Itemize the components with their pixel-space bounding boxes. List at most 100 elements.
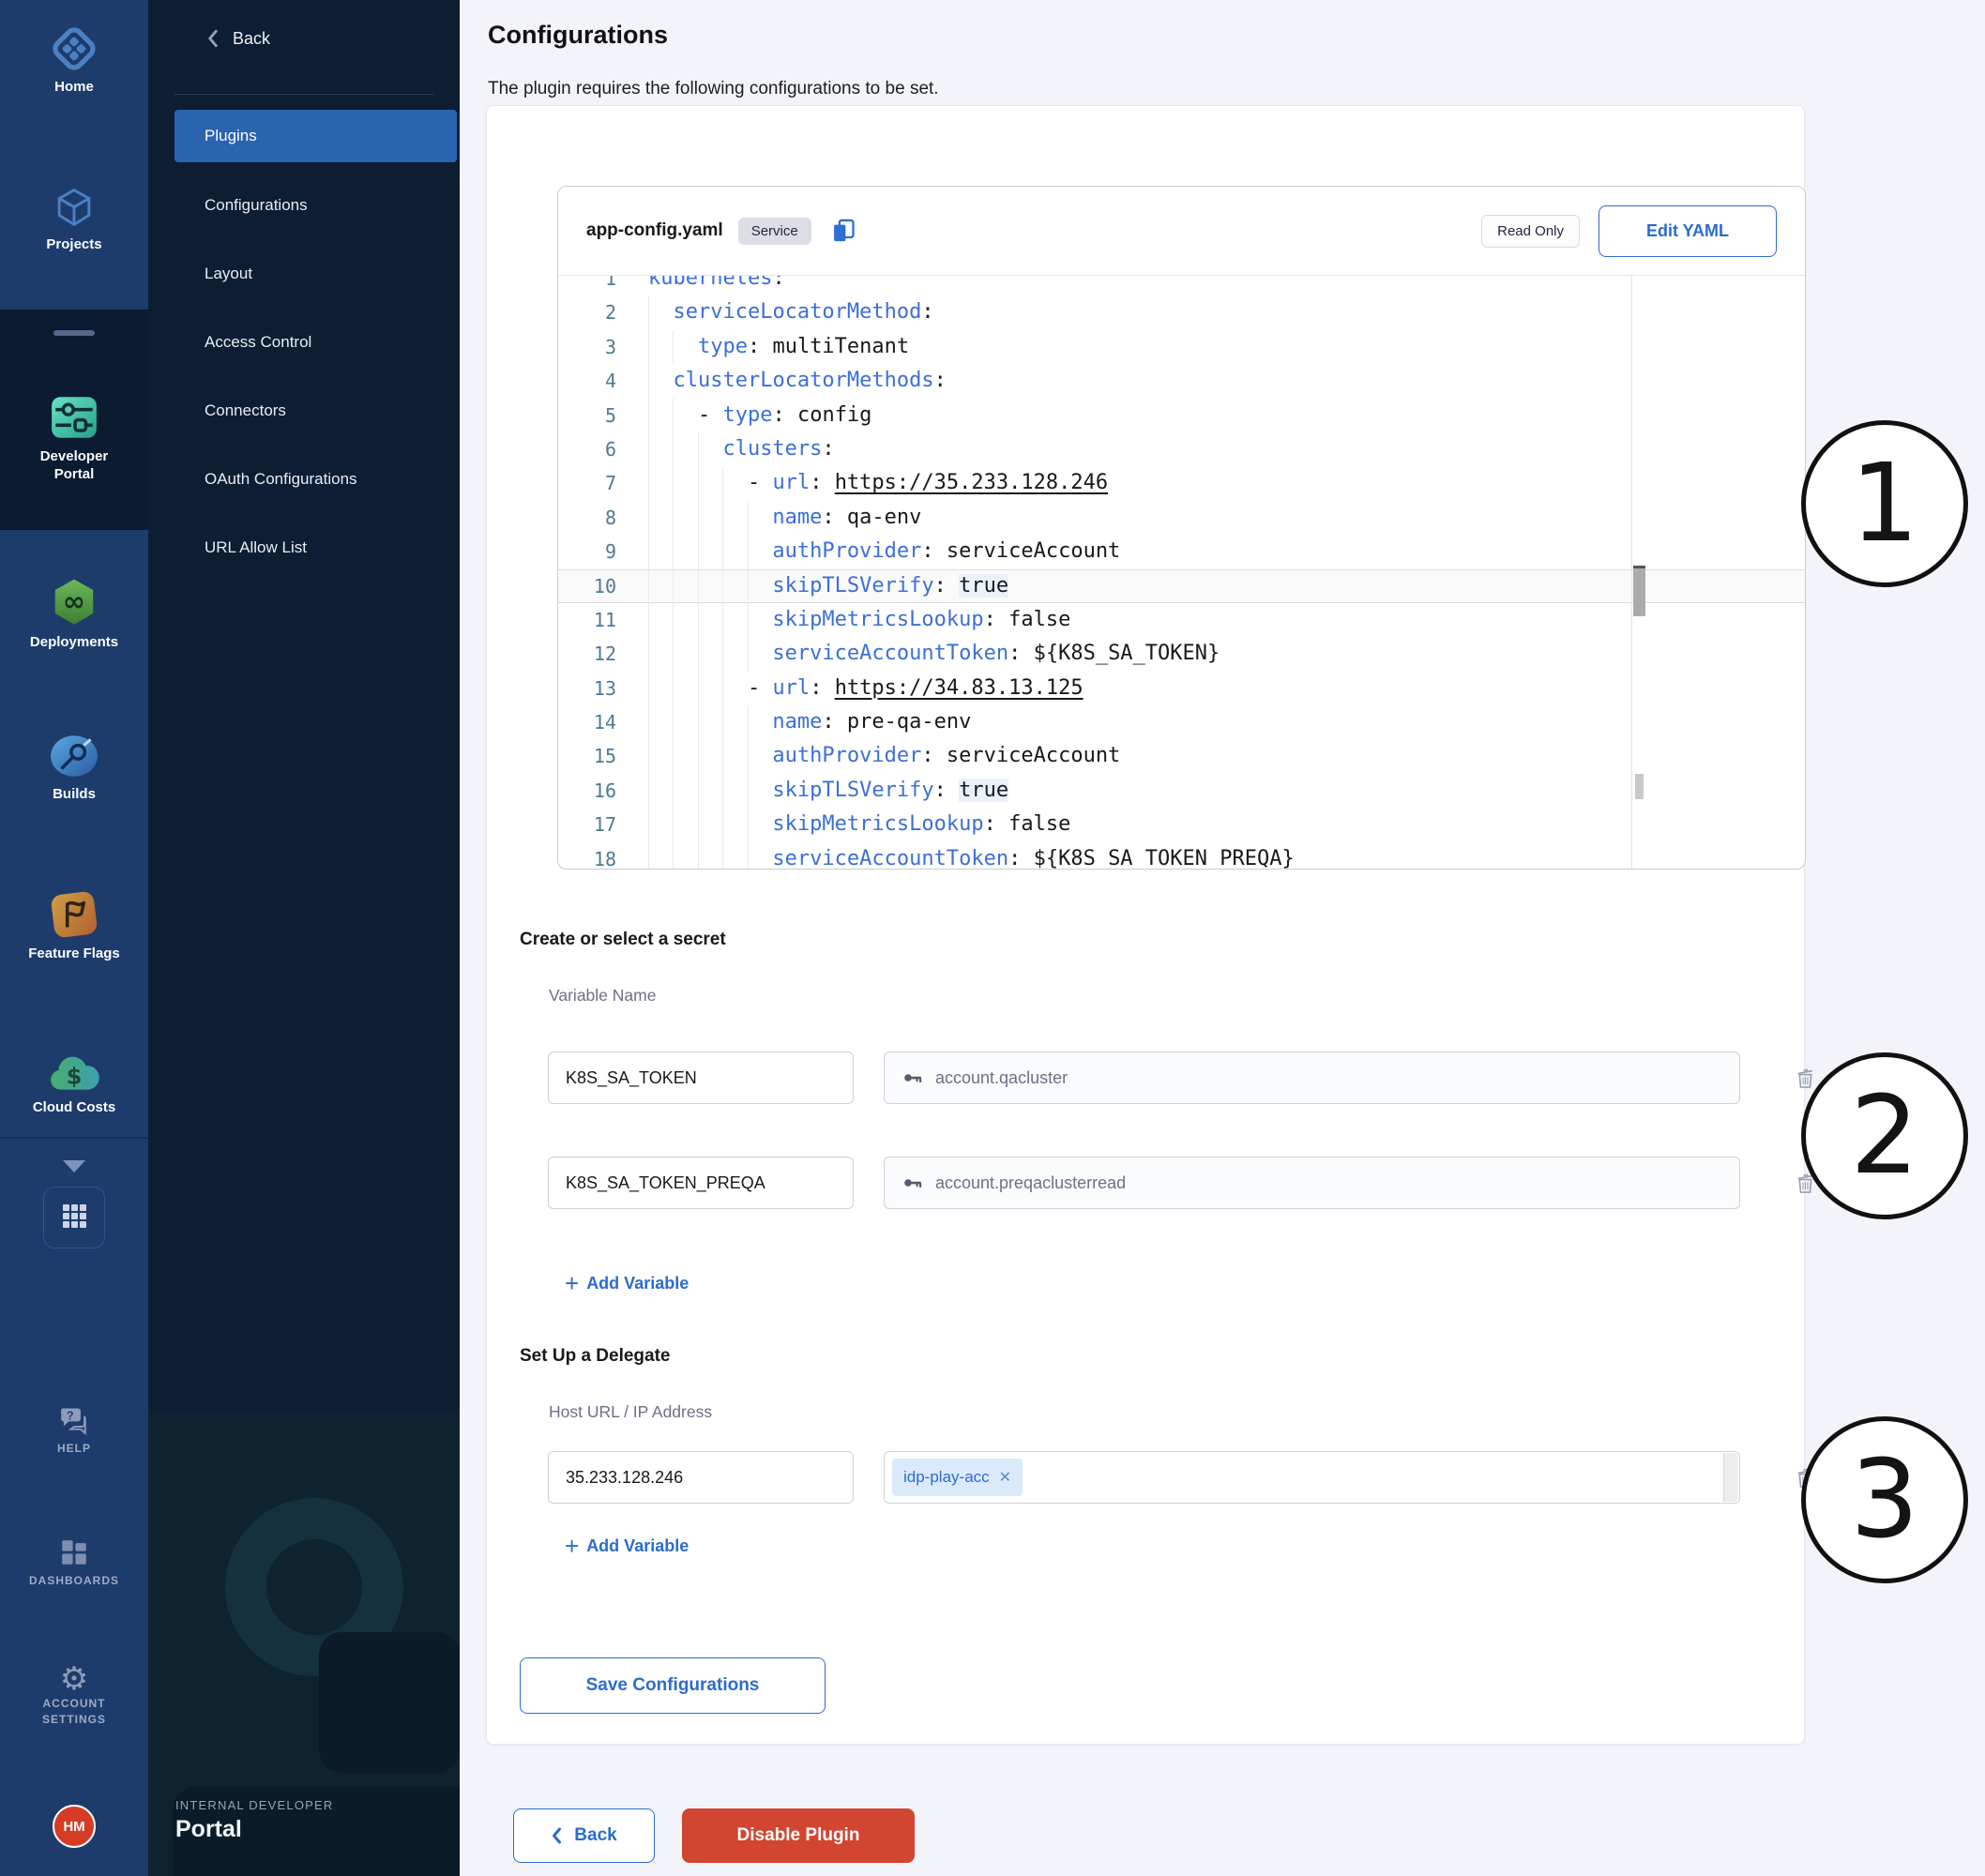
plus-icon: + [565,1534,579,1558]
yaml-editor-card: app-config.yaml Service Read Only Edit Y… [557,186,1806,870]
yaml-code-area[interactable]: 1kubernetes:2serviceLocatorMethod:3type:… [558,276,1805,869]
delegate-tag-chip[interactable]: idp-play-acc ✕ [892,1459,1023,1496]
sidebar-item-deployments[interactable]: ∞ Deployments [0,576,148,651]
yaml-code-line: 14name: pre-qa-env [558,705,1805,739]
sidebar-item-dashboards[interactable]: DASHBOARDS [0,1536,148,1589]
scrollbar-thumb[interactable] [1633,566,1645,616]
host-url-input[interactable] [548,1451,854,1504]
subnav-item-configurations[interactable]: Configurations [148,182,460,229]
line-number: 14 [558,705,648,739]
delegate-tags-input[interactable]: idp-play-acc ✕ [884,1451,1740,1504]
sidebar-item-cloud-costs[interactable]: $ Cloud Costs [0,1052,148,1116]
plus-icon: + [565,1271,579,1295]
configurations-card: app-config.yaml Service Read Only Edit Y… [486,105,1805,1745]
back-nav-link[interactable]: Back [206,28,270,49]
save-configurations-button[interactable]: Save Configurations [520,1657,826,1714]
chevron-left-icon [551,1826,563,1845]
yaml-code-line: 9authProvider: serviceAccount [558,535,1805,568]
yaml-code-line: 5- type: config [558,399,1805,432]
yaml-code-line: 15authProvider: serviceAccount [558,739,1805,773]
line-number: 11 [558,603,648,637]
nine-dot-grid-icon [59,1201,89,1235]
plugin-subnav: Back Plugins Configurations Layout Acces… [148,0,460,1876]
line-number: 18 [558,842,648,869]
yaml-code-line: 16skipTLSVerify: true [558,774,1805,808]
secret-selector-value: account.qacluster [935,1068,1068,1088]
key-icon [902,1067,924,1089]
variable-name-label: Variable Name [549,986,656,1006]
subnav-item-oauth-configurations[interactable]: OAuth Configurations [148,456,460,503]
add-variable-button[interactable]: + Add Variable [565,1271,689,1295]
subnav-item-plugins[interactable]: Plugins [174,110,457,162]
sidebar-item-projects[interactable]: Projects [0,184,148,253]
yaml-code-line: 8name: qa-env [558,501,1805,535]
annotation-circle-3: 3 [1801,1416,1968,1583]
decorative-shape [319,1632,460,1773]
sidebar-item-label: Cloud Costs [0,1098,148,1116]
line-number: 1 [558,276,648,295]
secret-selector[interactable]: account.qacluster [884,1051,1740,1104]
chevron-down-icon[interactable] [63,1160,85,1172]
line-number: 6 [558,432,648,466]
yaml-code-line: 13- url: https://34.83.13.125 [558,672,1805,705]
sidebar-item-developer-portal[interactable]: DeveloperPortal [0,392,148,483]
builds-icon [48,768,100,784]
sidebar-item-builds[interactable]: Builds [0,732,148,803]
dashboards-icon [58,1556,90,1572]
remove-tag-icon[interactable]: ✕ [999,1468,1011,1487]
sidebar-item-feature-flags[interactable]: Feature Flags [0,889,148,962]
line-number: 8 [558,501,648,535]
subnav-item-connectors[interactable]: Connectors [148,387,460,434]
line-number: 2 [558,295,648,329]
yaml-filename: app-config.yaml [586,220,723,241]
yaml-code-line: 17skipMetricsLookup: false [558,808,1805,841]
sidebar-item-label: Projects [0,235,148,253]
sidebar-item-home[interactable]: Home [0,24,148,96]
user-avatar[interactable]: HM [53,1805,96,1848]
sliders-icon [49,431,99,446]
sidebar-item-help[interactable]: ? HELP [0,1404,148,1457]
variable-name-input[interactable] [548,1051,854,1104]
module-rail: Home Projects DeveloperPortal ∞ Deployme… [0,0,148,1876]
yaml-code-line: 7- url: https://35.233.128.246 [558,466,1805,500]
line-number: 3 [558,330,648,364]
copy-icon[interactable] [830,218,856,244]
yaml-code-line: 12serviceAccountToken: ${K8S_SA_TOKEN} [558,637,1805,671]
delegate-section-heading: Set Up a Delegate [520,1346,671,1367]
rail-divider [0,1137,148,1139]
tag-input-scrollbar [1723,1453,1738,1502]
sidebar-item-label: ACCOUNTSETTINGS [0,1696,148,1728]
line-number: 4 [558,364,648,398]
sidebar-item-label: DASHBOARDS [0,1573,148,1589]
yaml-editor-header: app-config.yaml Service Read Only Edit Y… [558,187,1805,276]
line-number: 12 [558,637,648,671]
add-delegate-button[interactable]: + Add Variable [565,1534,689,1558]
disable-plugin-button[interactable]: Disable Plugin [682,1808,915,1863]
sidebar-item-label: Home [0,78,148,96]
feature-flags-icon [49,928,99,944]
yaml-code-line: 11skipMetricsLookup: false [558,603,1805,637]
sidebar-item-account-settings[interactable]: ⚙ ACCOUNTSETTINGS [0,1662,148,1728]
annotation-circle-1: 1 [1801,420,1968,587]
yaml-code-line: 3type: multiTenant [558,330,1805,364]
secrets-section-heading: Create or select a secret [520,930,726,950]
annotation-circle-2: 2 [1801,1052,1968,1219]
back-nav-label: Back [233,29,270,49]
line-number: 17 [558,808,648,841]
page-subtitle: The plugin requires the following config… [488,79,939,99]
line-number: 16 [558,774,648,808]
subnav-item-layout[interactable]: Layout [148,250,460,297]
subnav-footer: INTERNAL DEVELOPER Portal [148,1412,460,1876]
chat-question-icon: ? [57,1424,91,1440]
secret-selector-value: account.preqaclusterread [935,1173,1126,1193]
variable-name-input[interactable] [548,1157,854,1209]
secret-selector[interactable]: account.preqaclusterread [884,1157,1740,1209]
back-button[interactable]: Back [513,1808,655,1863]
page-title: Configurations [488,21,668,50]
product-title: Portal [175,1816,242,1843]
subnav-item-url-allow-list[interactable]: URL Allow List [148,524,460,571]
line-number: 10 [558,569,648,603]
subnav-item-access-control[interactable]: Access Control [148,319,460,366]
edit-yaml-button[interactable]: Edit YAML [1599,205,1777,257]
module-grid-button[interactable] [43,1187,105,1248]
